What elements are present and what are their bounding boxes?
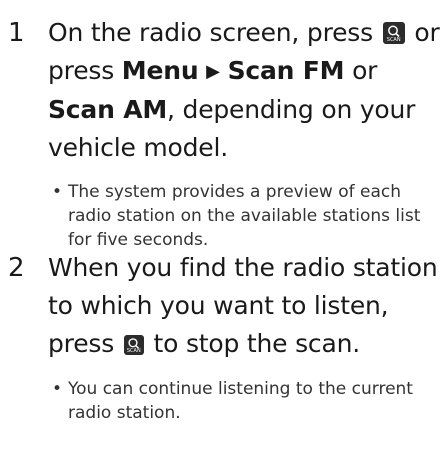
step-number: 1	[8, 18, 25, 48]
step-text-part: On the radio screen, press	[48, 18, 381, 47]
scan-icon-caption: SCAN	[386, 37, 401, 43]
step-note: The system provides a preview of each ra…	[52, 180, 434, 252]
scan-icon: SCAN	[382, 22, 405, 44]
scan-am-label: Scan AM	[48, 95, 168, 124]
step-text: When you find the radio station to which…	[48, 249, 440, 363]
step-text: On the radio screen, press SCAN or press…	[48, 14, 440, 167]
step-number: 2	[8, 253, 25, 283]
scan-icon: SCAN	[123, 335, 144, 355]
arrow-icon: ▶	[206, 61, 220, 82]
step-text-part: or	[344, 56, 378, 85]
step-text-part: to stop the scan.	[145, 329, 361, 358]
step-note: You can continue listening to the curren…	[52, 377, 434, 425]
scan-icon-caption: SCAN	[126, 348, 141, 354]
menu-label: Menu	[121, 56, 199, 85]
scan-fm-label: Scan FM	[227, 56, 345, 85]
instruction-steps: 1 On the radio screen, press SCAN or pre…	[0, 0, 444, 467]
